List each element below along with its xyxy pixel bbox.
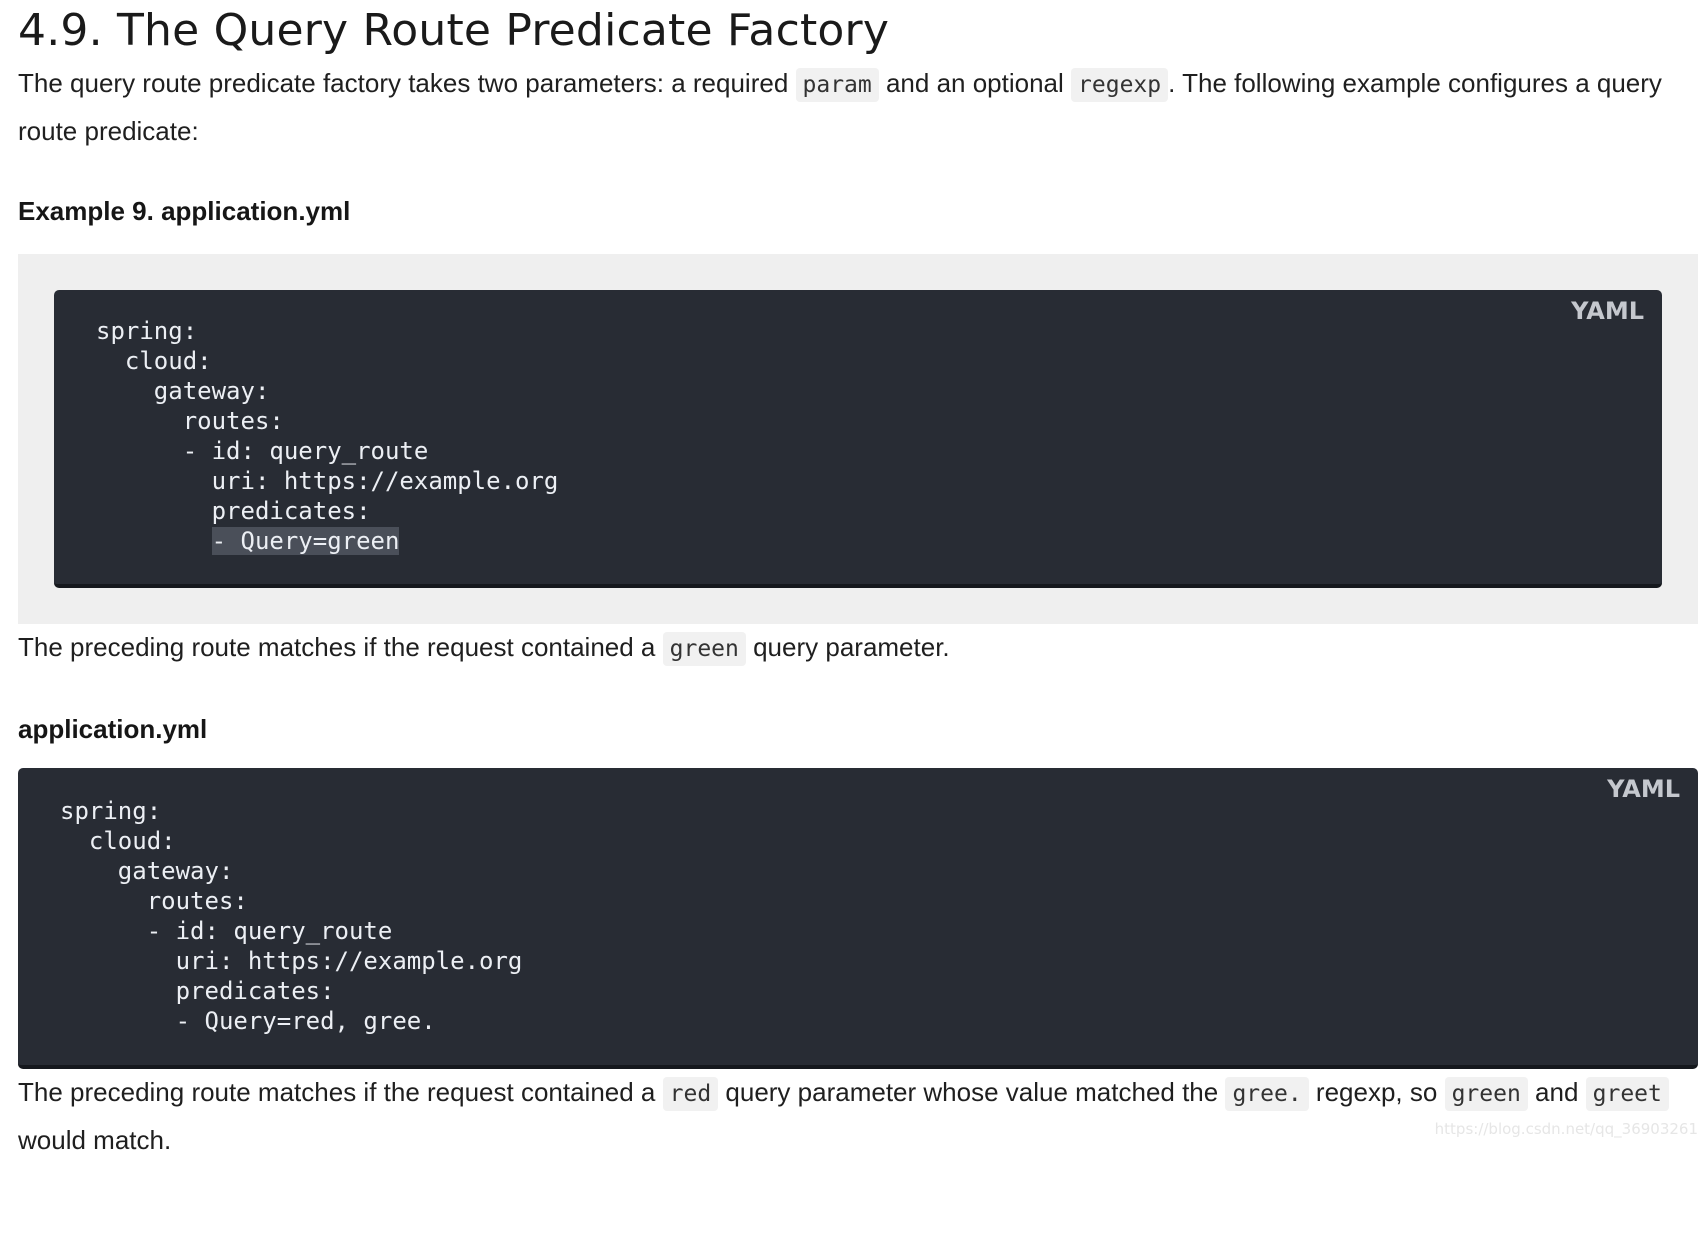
example1-code[interactable]: spring: cloud: gateway: routes: - id: qu… — [96, 316, 1662, 556]
example2-caption: application.yml — [18, 714, 208, 744]
inline-code-gree: gree. — [1225, 1077, 1309, 1111]
example1-code-indent — [96, 527, 212, 555]
paragraph-3: The preceding route matches if the reque… — [18, 1069, 1678, 1163]
intro-text-1: The query route predicate factory takes … — [18, 68, 796, 98]
section-title: 4.9. The Query Route Predicate Factory — [18, 5, 890, 56]
para3-text-5: would match. — [18, 1125, 172, 1155]
para3-text-2: query parameter whose value matched the — [718, 1077, 1226, 1107]
example1-caption: Example 9. application.yml — [18, 196, 351, 226]
intro-paragraph: The query route predicate factory takes … — [18, 60, 1678, 154]
example1-code-box[interactable]: YAML spring: cloud: gateway: routes: - i… — [54, 290, 1662, 588]
example1-code-lines: spring: cloud: gateway: routes: - id: qu… — [96, 317, 559, 525]
doc-section: 4.9. The Query Route Predicate Factory T… — [18, 0, 1698, 1163]
inline-code-green-2: green — [1444, 1077, 1528, 1111]
para3-text-4: and — [1527, 1077, 1586, 1107]
inline-code-param: param — [795, 68, 879, 102]
para2-text-2: query parameter. — [745, 632, 950, 662]
para3-text-1: The preceding route matches if the reque… — [18, 1077, 663, 1107]
example1-code-highlight[interactable]: - Query=green — [211, 527, 400, 555]
intro-text-2: and an optional — [878, 68, 1072, 98]
para3-text-3: regexp, so — [1308, 1077, 1445, 1107]
inline-code-regexp: regexp — [1071, 68, 1169, 102]
example1-language-label: YAML — [1571, 297, 1644, 325]
inline-code-red: red — [662, 1077, 719, 1111]
inline-code-green: green — [662, 632, 746, 666]
para2-text-1: The preceding route matches if the reque… — [18, 632, 663, 662]
inline-code-greet: greet — [1585, 1077, 1669, 1111]
paragraph-2: The preceding route matches if the reque… — [18, 624, 1678, 672]
example2-language-label: YAML — [1607, 775, 1680, 803]
example2-code-box[interactable]: YAML spring: cloud: gateway: routes: - i… — [18, 768, 1698, 1069]
example2-code[interactable]: spring: cloud: gateway: routes: - id: qu… — [60, 796, 1698, 1036]
watermark: https://blog.csdn.net/qq_36903261 — [1434, 1120, 1698, 1138]
example1-block: YAML spring: cloud: gateway: routes: - i… — [18, 254, 1698, 624]
